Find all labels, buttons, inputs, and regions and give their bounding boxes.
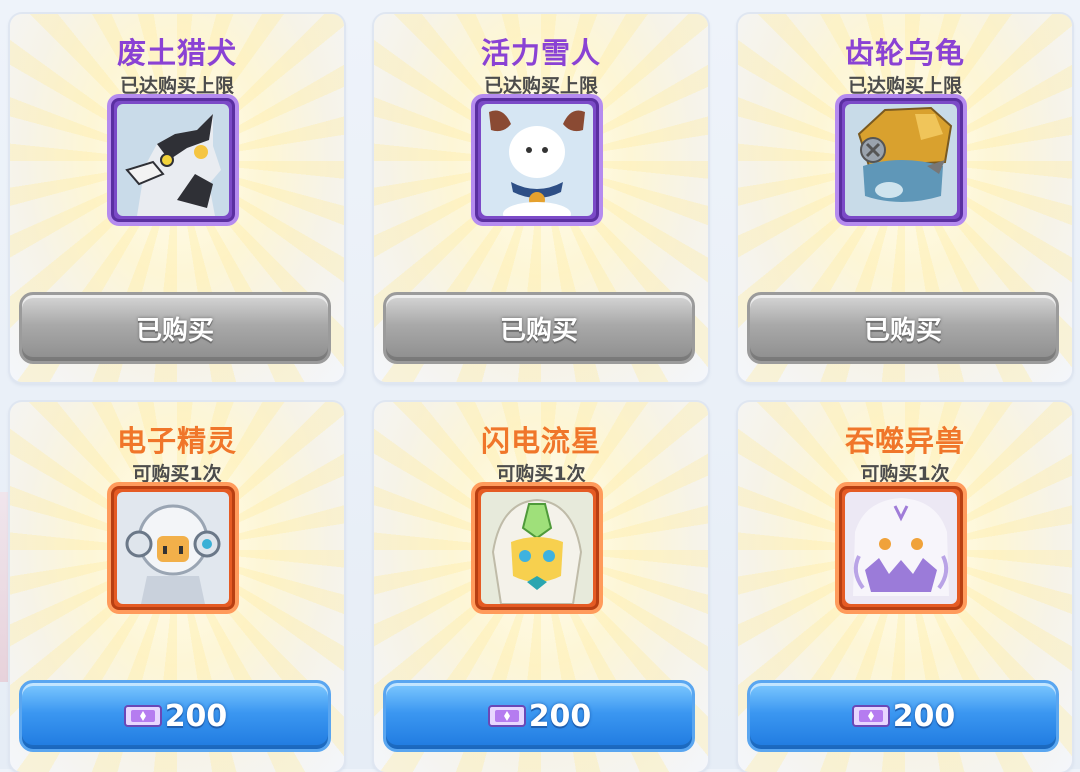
purchased-button-label: 已购买	[499, 315, 578, 346]
shop-card-vital-snowman: 活力雪人 已达购买上限 已购买	[374, 14, 708, 382]
robot-sprite-portrait[interactable]	[107, 482, 239, 614]
purchased-button[interactable]: 已购买	[747, 292, 1059, 364]
price-label: 200	[528, 698, 592, 734]
buy-button[interactable]: 200	[383, 680, 695, 752]
devourer-beast-icon	[845, 492, 957, 604]
item-name: 电子精灵	[116, 424, 237, 458]
shop-card-gear-turtle: 齿轮乌龟 已达购买上限 已购买	[738, 14, 1072, 382]
buy-button[interactable]: 200	[19, 680, 331, 752]
shop-card-wasteland-hound: 废土猎犬 已达购买上限 已购买	[10, 14, 344, 382]
purchased-button-label: 已购买	[863, 315, 942, 346]
shop-card-lightning-meteor: 闪电流星 可购买1次 200	[374, 402, 708, 772]
gear-turtle-icon	[845, 104, 957, 216]
ticket-icon	[123, 705, 162, 727]
ticket-icon	[851, 705, 890, 727]
item-name: 废土猎犬	[116, 36, 237, 70]
item-name: 闪电流星	[480, 424, 601, 458]
devourer-beast-portrait[interactable]	[835, 482, 967, 614]
shop-grid: 废土猎犬 已达购买上限 已购买 活力雪人 已达购买上限 已购买 齿轮乌龟 已达购…	[0, 0, 1080, 772]
item-name: 吞噬异兽	[844, 424, 965, 458]
wolf-creature-portrait[interactable]	[107, 94, 239, 226]
lightning-creature-portrait[interactable]	[471, 482, 603, 614]
price-label: 200	[892, 698, 956, 734]
item-name: 活力雪人	[480, 36, 601, 70]
wolf-creature-icon	[117, 104, 229, 216]
price-label: 200	[164, 698, 228, 734]
gear-turtle-portrait[interactable]	[835, 94, 967, 226]
snowman-creature-icon	[481, 104, 593, 216]
snowman-creature-portrait[interactable]	[471, 94, 603, 226]
shop-card-electronic-sprite: 电子精灵 可购买1次 200	[10, 402, 344, 772]
robot-sprite-icon	[117, 492, 229, 604]
purchased-button[interactable]: 已购买	[383, 292, 695, 364]
purchased-button[interactable]: 已购买	[19, 292, 331, 364]
lightning-creature-icon	[481, 492, 593, 604]
shop-card-devouring-beast: 吞噬异兽 可购买1次 200	[738, 402, 1072, 772]
item-name: 齿轮乌龟	[844, 36, 965, 70]
ticket-icon	[487, 705, 526, 727]
purchased-button-label: 已购买	[135, 315, 214, 346]
buy-button[interactable]: 200	[747, 680, 1059, 752]
